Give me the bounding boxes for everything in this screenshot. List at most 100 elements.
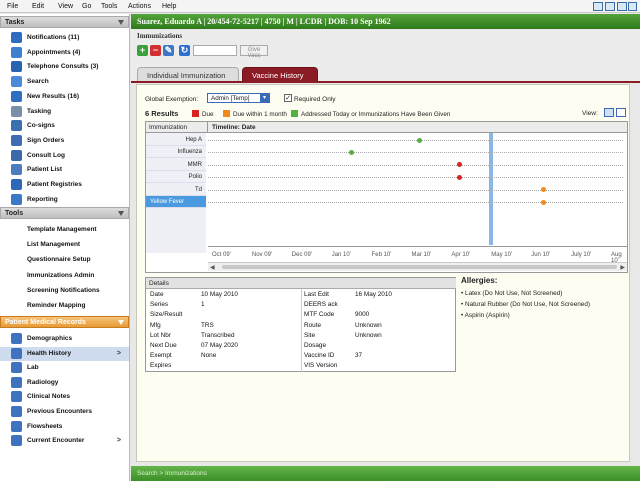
menu-help[interactable]: Help: [162, 3, 176, 10]
sidebar-item-current-encounter[interactable]: Current Encounter >: [0, 434, 129, 448]
tab-vaccine-history[interactable]: Vaccine History: [242, 67, 318, 82]
layout-icon[interactable]: [605, 2, 615, 11]
timeline-scrollbar[interactable]: ◀ ▶: [208, 262, 627, 271]
timeline-row-track: [208, 164, 623, 166]
sidebar-item-label: Health History: [27, 349, 72, 357]
sidebar-item-label: Flowsheets: [27, 422, 63, 430]
sidebar-item-label: Demographics: [27, 335, 73, 342]
remove-icon[interactable]: −: [150, 45, 161, 56]
tasks-header[interactable]: Tasks: [0, 16, 129, 28]
sidebar-item-reporting[interactable]: Reporting: [0, 193, 129, 207]
chevron-down-icon: [118, 320, 124, 325]
tool-item-screening-notifications[interactable]: Screening Notifications: [27, 287, 100, 294]
pmr-header[interactable]: Patient Medical Records: [0, 316, 129, 328]
sidebar-item-label: Notifications (11): [27, 34, 80, 41]
sidebar-item-previous-encounters[interactable]: Previous Encounters: [0, 405, 129, 419]
sidebar-item-results[interactable]: New Results (16): [0, 90, 129, 104]
detail-label: Exempt: [150, 352, 172, 360]
refresh-icon[interactable]: ↻: [179, 45, 190, 56]
add-icon[interactable]: +: [137, 45, 148, 56]
notification-icon: [11, 32, 22, 43]
tab-individual-immunization[interactable]: Individual Immunization: [137, 67, 239, 82]
sidebar-item-cosign[interactable]: Co-signs: [0, 119, 129, 133]
timeline-month-label: July 10': [571, 252, 592, 258]
timeline-row-label[interactable]: Polio: [146, 171, 206, 184]
menu-file[interactable]: File: [7, 3, 18, 10]
menu-tools[interactable]: Tools: [101, 3, 117, 10]
tool-item-questionnaire-setup[interactable]: Questionnaire Setup: [27, 256, 91, 263]
immunization-status-dot[interactable]: [456, 162, 462, 168]
view-label: View:: [582, 110, 598, 117]
scrollbar-thumb[interactable]: [222, 265, 617, 269]
print-icon[interactable]: [617, 2, 627, 11]
timeline-row-label[interactable]: Td: [146, 183, 206, 196]
detail-label: Vaccine ID: [304, 352, 335, 360]
edit-icon[interactable]: ✎: [163, 45, 174, 56]
timeline-month-label: Oct 09': [212, 252, 231, 258]
window-icon[interactable]: [593, 2, 603, 11]
immunization-status-dot[interactable]: [416, 137, 422, 143]
sidebar-item-lab[interactable]: Lab: [0, 361, 129, 375]
cosign-icon: [11, 120, 22, 132]
sidebar-item-clinical-notes[interactable]: Clinical Notes: [0, 390, 129, 404]
tools-header-label: Tools: [5, 210, 24, 217]
immunization-status-dot[interactable]: [540, 187, 546, 193]
scroll-left-icon[interactable]: ◀: [210, 264, 215, 271]
detail-label: Next Due: [150, 342, 177, 349]
sidebar-item-notification[interactable]: Notifications (11): [0, 31, 129, 45]
immunization-status-dot[interactable]: [540, 199, 546, 205]
menu-bar: File Edit View Go Tools Actions Help: [0, 0, 640, 13]
sidebar-item-flowsheets[interactable]: Flowsheets: [0, 420, 129, 434]
tab-divider: [131, 81, 640, 83]
exemption-select[interactable]: Admin [Temp] ▾: [207, 93, 270, 103]
results-icon: [11, 90, 22, 102]
menu-go[interactable]: Go: [82, 3, 91, 10]
detail-label: Last Edit: [304, 291, 329, 298]
required-only-checkbox[interactable]: ✓: [284, 94, 292, 102]
sidebar-item-health-history[interactable]: Health History >: [0, 346, 129, 361]
timeline-row-label[interactable]: Yellow Fever: [146, 196, 206, 208]
sidebar-item-radiology[interactable]: Radiology: [0, 376, 129, 390]
detail-label: Dosage: [304, 342, 327, 349]
immunization-status-dot[interactable]: [456, 174, 462, 180]
immunization-status-dot[interactable]: [349, 149, 355, 155]
detail-label: Expires: [150, 362, 172, 370]
timeline-month-label: Nov 09': [251, 252, 273, 258]
sidebar-item-consult-log[interactable]: Consult Log: [0, 149, 129, 163]
timeline-row-label[interactable]: MMR: [146, 158, 206, 171]
sidebar-item-phone[interactable]: Telephone Consults (3): [0, 60, 129, 74]
list-view-icon[interactable]: [616, 108, 626, 117]
scroll-right-icon[interactable]: ▶: [620, 264, 625, 271]
menu-view[interactable]: View: [58, 3, 73, 10]
sidebar-item-demographics[interactable]: Demographics: [0, 332, 129, 346]
tool-item-template-management[interactable]: Template Management: [27, 226, 97, 233]
sidebar-item-label: Tasking: [27, 107, 52, 115]
menu-edit[interactable]: Edit: [32, 3, 44, 10]
sidebar-item-sign-orders[interactable]: Sign Orders: [0, 134, 129, 148]
filter-dropdown[interactable]: [193, 45, 237, 56]
grid-view-icon[interactable]: [604, 108, 614, 117]
sidebar-item-calendar[interactable]: Appointments (4): [0, 46, 129, 60]
details-divider: [301, 289, 302, 372]
give-vacc-button[interactable]: Give Vacc: [240, 45, 268, 59]
timeline-month-label: Jan 10': [331, 252, 351, 258]
tools-header[interactable]: Tools: [0, 207, 129, 219]
detail-value: TRS: [201, 321, 214, 329]
tool-item-reminder-mapping[interactable]: Reminder Mapping: [27, 302, 86, 309]
sidebar-item-label: Search: [27, 78, 49, 86]
sidebar-item-tasking[interactable]: Tasking: [0, 105, 129, 119]
timeline-month-label: Mar 10': [411, 252, 432, 258]
tool-item-immunizations-admin[interactable]: Immunizations Admin: [27, 272, 94, 279]
sidebar-item-patient-list[interactable]: Patient List: [0, 163, 129, 177]
help-icon[interactable]: [628, 2, 637, 11]
timeline-row-label[interactable]: Influenza: [146, 146, 206, 159]
timeline-row-label[interactable]: Hep A: [146, 134, 206, 146]
detail-label: VIS Version: [304, 362, 338, 370]
chevron-down-icon: [118, 20, 124, 25]
tool-item-list-management[interactable]: List Management: [27, 241, 80, 248]
menu-actions[interactable]: Actions: [128, 3, 151, 10]
timeline-month-label: Aug 10': [611, 252, 622, 264]
sidebar-item-registry[interactable]: Patient Registries: [0, 178, 129, 192]
allergy-item: • Natural Rubber (Do Not Use, Not Screen…: [461, 301, 591, 308]
sidebar-item-search[interactable]: Search: [0, 75, 129, 89]
